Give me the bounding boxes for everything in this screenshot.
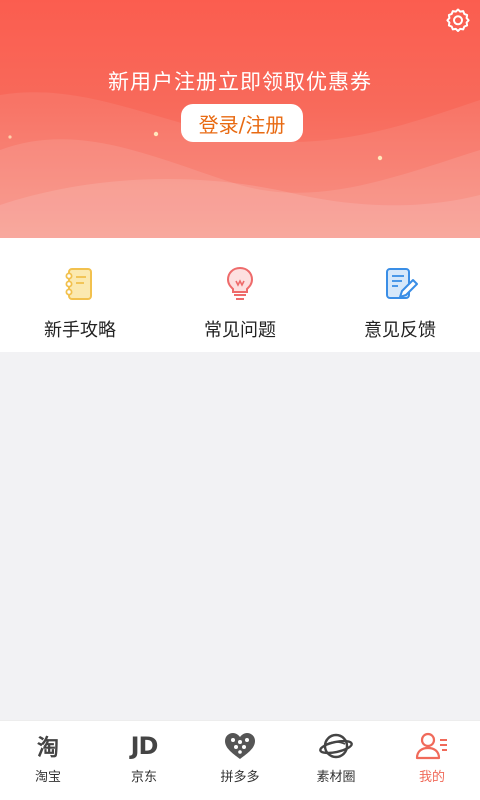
tab-label: 我的 [418,770,445,785]
quick-item-label: 新手攻略 [44,320,116,341]
quick-menu: 新手攻略 常见问题 意见反馈 [0,238,480,352]
feedback-edit-icon [386,268,418,299]
tab-pinduoduo[interactable]: 拼多多 [192,721,288,800]
tab-label: 淘宝 [34,770,61,785]
mine-page: 新用户注册立即领取优惠券 登录/注册 新手攻略 常见问题 意见反馈 淘 淘宝 J… [0,0,480,800]
tab-label: 京东 [130,770,157,785]
promo-text: 新用户注册立即领取优惠券 [108,70,372,94]
taobao-icon: 淘 [36,736,59,761]
content-area [0,352,480,720]
lightbulb-icon [226,266,254,300]
tab-label: 素材圈 [316,770,356,785]
quick-item-guide[interactable]: 新手攻略 [0,238,160,352]
tab-taobao[interactable]: 淘 淘宝 [0,721,96,800]
planet-icon [316,730,356,762]
login-register-button[interactable]: 登录/注册 [181,104,303,142]
quick-item-faq[interactable]: 常见问题 [160,238,320,352]
pinduoduo-icon [220,730,260,762]
promo-header: 新用户注册立即领取优惠券 登录/注册 [0,0,480,238]
gear-icon[interactable] [444,6,472,34]
tab-mine[interactable]: 我的 [384,721,480,800]
profile-icon [412,730,452,762]
tab-material[interactable]: 素材圈 [288,721,384,800]
quick-item-feedback[interactable]: 意见反馈 [320,238,480,352]
notebook-icon [65,268,92,300]
quick-item-label: 常见问题 [204,320,276,341]
tab-label: 拼多多 [220,770,260,785]
quick-item-label: 意见反馈 [364,320,436,341]
tab-jd[interactable]: JD 京东 [96,721,192,800]
jd-icon: JD [130,732,159,760]
bottom-tab-bar: 淘 淘宝 JD 京东 拼多多 素材圈 我的 [0,720,480,800]
